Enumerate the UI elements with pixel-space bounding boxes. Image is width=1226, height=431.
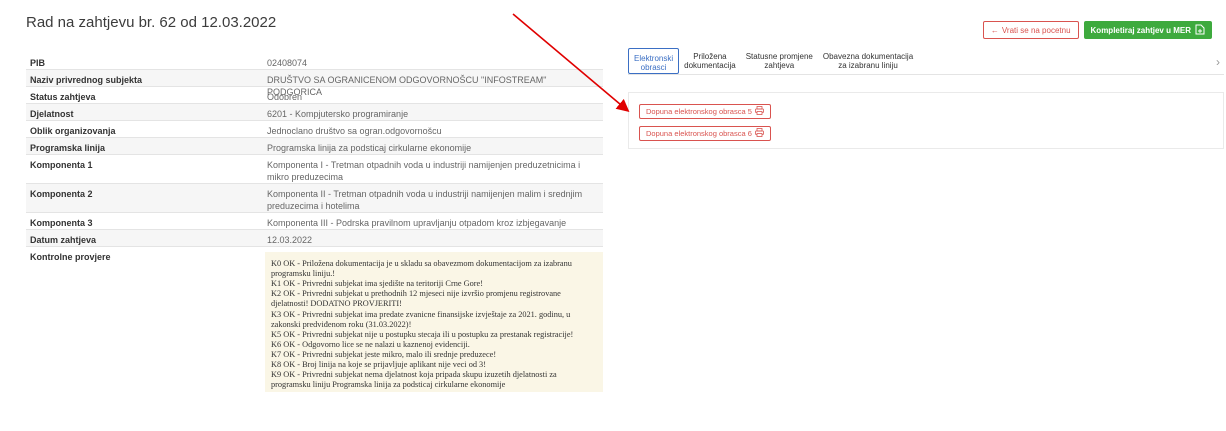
tab-label-line2: zahtjeva xyxy=(764,61,795,71)
detail-value: Komponenta III - Podrska pravilnom uprav… xyxy=(267,218,567,228)
tab-attached-documents[interactable]: Priložena dokumentacija xyxy=(679,47,741,74)
detail-value: 12.03.2022 xyxy=(267,235,313,245)
check-line: K0 OK - Priložena dokumentacija je u skl… xyxy=(271,259,572,279)
check-line: K2 OK - Privredni subjekat u prethodnih … xyxy=(271,289,561,309)
detail-row-pib: PIB 02408074 xyxy=(26,53,603,70)
detail-label: PIB xyxy=(30,58,46,68)
check-line: K6 OK - Odgovorno lice se ne nalazi u ka… xyxy=(271,339,470,349)
document-tabs: Elektronski obrasci Priložena dokumentac… xyxy=(628,47,1224,75)
check-line: K5 OK - Privredni subjekat nije u postup… xyxy=(271,329,574,339)
tab-label-line1: Priložena xyxy=(693,52,727,61)
detail-label: Komponenta 2 xyxy=(30,189,93,199)
chevron-right-icon[interactable]: › xyxy=(1216,47,1224,74)
detail-label: Datum zahtjeva xyxy=(30,235,97,245)
tab-label-line1: Elektronski xyxy=(634,54,674,63)
detail-row-program-line: Programska linija Programska linija za p… xyxy=(26,138,603,155)
form-button-label: Dopuna elektronskog obrasca 6 xyxy=(646,129,752,138)
detail-label: Status zahtjeva xyxy=(30,92,96,102)
detail-row-component-3: Komponenta 3 Komponenta III - Podrska pr… xyxy=(26,213,603,230)
control-checks-label: Kontrolne provjere xyxy=(30,252,111,262)
form-6-button[interactable]: Dopuna elektronskog obrasca 6 xyxy=(639,126,771,141)
detail-label: Programska linija xyxy=(30,143,106,153)
arrow-left-icon: ← xyxy=(990,25,999,35)
detail-row-component-1: Komponenta 1 Komponenta I - Tretman otpa… xyxy=(26,155,603,184)
document-export-icon xyxy=(1195,24,1205,37)
detail-row-company-name: Naziv privrednog subjekta DRUŠTVO SA OGR… xyxy=(26,70,603,97)
form-5-button[interactable]: Dopuna elektronskog obrasca 5 xyxy=(639,104,771,119)
tab-electronic-forms[interactable]: Elektronski obrasci xyxy=(628,48,680,74)
detail-value: Programska linija za podsticaj cirkularn… xyxy=(267,143,472,153)
detail-label: Djelatnost xyxy=(30,109,74,119)
tab-label-line1: Obavezna dokumentacija xyxy=(822,52,914,61)
complete-request-button[interactable]: Kompletiraj zahtjev u MER xyxy=(1083,21,1212,39)
detail-label: Naziv privrednog subjekta xyxy=(30,75,143,85)
check-line: K9 OK - Privredni subjekat nema djelatno… xyxy=(271,370,557,390)
detail-row-request-date: Datum zahtjeva 12.03.2022 xyxy=(26,230,603,247)
top-actions: ← Vrati se na pocetnu Kompletiraj zahtje… xyxy=(982,21,1212,39)
control-checks-box: K0 OK - Priložena dokumentacija je u skl… xyxy=(265,252,603,392)
tab-mandatory-documentation[interactable]: Obavezna dokumentacija za izabranu linij… xyxy=(818,47,918,74)
detail-row-organization-form: Oblik organizovanja Jednoclano društvo s… xyxy=(26,121,603,138)
detail-value: Komponenta I - Tretman otpadnih voda u i… xyxy=(267,160,581,182)
print-icon xyxy=(755,106,764,117)
detail-value: Jednoclano društvo sa ogran.odgovornošcu xyxy=(267,126,442,136)
detail-value: Komponenta II - Tretman otpadnih voda u … xyxy=(267,189,583,211)
back-button-label: Vrati se na pocetnu xyxy=(1001,25,1071,35)
electronic-forms-panel: Dopuna elektronskog obrasca 5 Dopuna ele… xyxy=(628,92,1224,149)
detail-label: Oblik organizovanja xyxy=(30,126,116,136)
tab-label-line1: Statusne promjene xyxy=(745,52,813,61)
detail-value: Odobren xyxy=(267,92,303,102)
tab-label-line2: dokumentacija xyxy=(684,61,736,71)
detail-row-activity: Djelatnost 6201 - Kompjutersko programir… xyxy=(26,104,603,121)
check-line: K7 OK - Privredni subjekat jeste mikro, … xyxy=(271,349,497,359)
detail-row-component-2: Komponenta 2 Komponenta II - Tretman otp… xyxy=(26,184,603,213)
complete-button-label: Kompletiraj zahtjev u MER xyxy=(1090,25,1191,35)
page-title: Rad na zahtjevu br. 62 od 12.03.2022 xyxy=(26,14,277,31)
detail-value: 6201 - Kompjutersko programiranje xyxy=(267,109,409,119)
detail-value: DRUŠTVO SA OGRANICENOM ODGOVORNOŠCU "INF… xyxy=(267,75,547,97)
detail-label: Komponenta 1 xyxy=(30,160,93,170)
detail-label: Komponenta 3 xyxy=(30,218,93,228)
detail-value: 02408074 xyxy=(267,58,308,68)
back-to-home-button[interactable]: ← Vrati se na pocetnu xyxy=(982,21,1079,39)
tab-label-line2: obrasci xyxy=(640,63,667,73)
tab-status-changes[interactable]: Statusne promjene zahtjeva xyxy=(741,47,818,74)
print-icon xyxy=(755,128,764,139)
check-line: K3 OK - Privredni subjekat ima predate z… xyxy=(271,309,571,329)
check-line: K8 OK - Broj linija na koje se prijavlju… xyxy=(271,360,486,370)
control-checks-row: Kontrolne provjere K0 OK - Priložena dok… xyxy=(26,247,603,392)
tab-label-line2: za izabranu liniju xyxy=(838,61,898,71)
request-details-table: PIB 02408074 Naziv privrednog subjekta D… xyxy=(26,53,603,392)
check-line: K1 OK - Privredni subjekat ima sjedište … xyxy=(271,279,483,289)
detail-row-status: Status zahtjeva Odobren xyxy=(26,87,603,104)
form-button-label: Dopuna elektronskog obrasca 5 xyxy=(646,107,752,116)
